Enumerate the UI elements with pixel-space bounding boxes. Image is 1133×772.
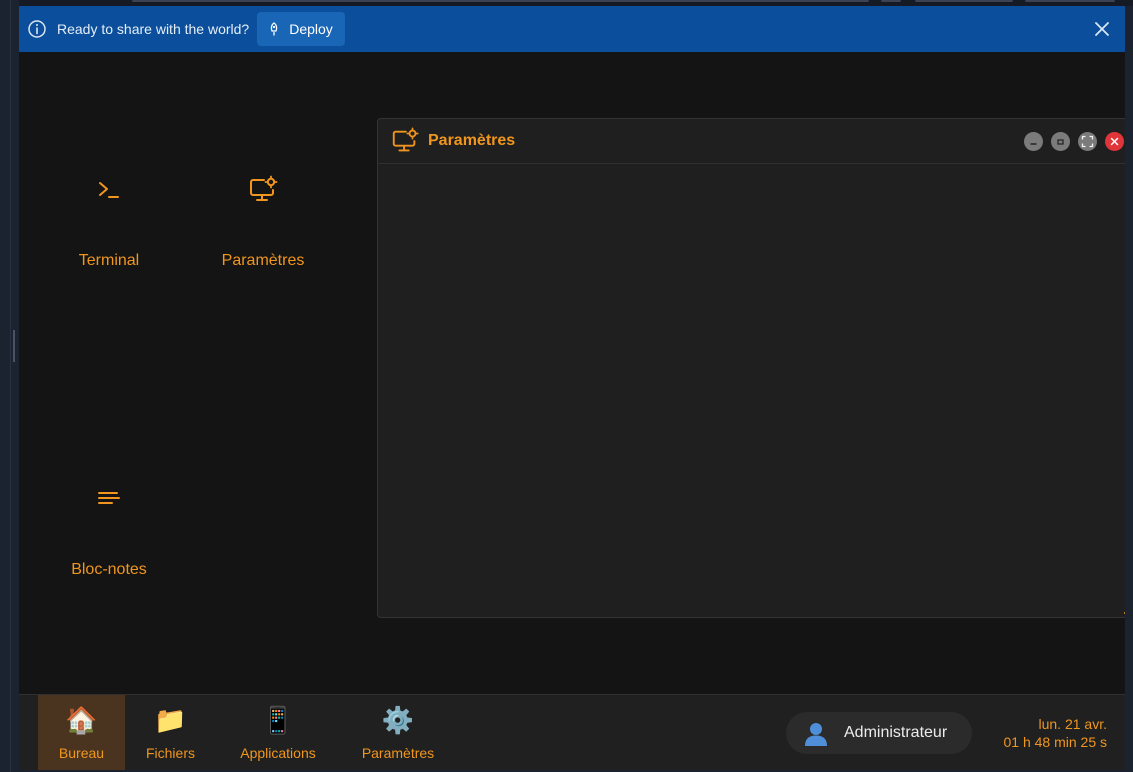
deploy-banner: Ready to share with the world? Deploy — [19, 6, 1125, 52]
resize-handle-icon[interactable] — [1123, 604, 1125, 614]
panel-edge — [10, 0, 11, 772]
clock-date: lun. 21 avr. — [1038, 716, 1108, 732]
house-icon: 🏠 — [65, 705, 98, 735]
top-strip-segment — [1025, 0, 1115, 2]
clock-time: 01 h 48 min 25 s — [1003, 734, 1107, 750]
panel-resize-grip[interactable] — [13, 330, 15, 362]
taskbar-item-bureau[interactable]: 🏠 Bureau — [38, 695, 125, 770]
user-silhouette-icon — [802, 719, 830, 747]
deploy-label: Deploy — [289, 21, 333, 37]
desktop-icon-label: Paramètres — [221, 252, 305, 269]
taskbar-item-applications[interactable]: 📱 Applications — [231, 695, 325, 770]
desktop-icon-terminal[interactable]: Terminal — [34, 172, 184, 270]
minimize-button[interactable] — [1024, 132, 1043, 151]
restore-icon — [1057, 139, 1064, 145]
desktop-icon-parametres[interactable]: Paramètres — [188, 172, 338, 270]
rocket-icon — [270, 22, 278, 36]
top-strip-segment — [881, 0, 901, 2]
taskbar-item-label: Paramètres — [361, 745, 435, 761]
desktop-app: Ready to share with the world? Deploy Te… — [19, 6, 1125, 770]
taskbar-item-fichiers[interactable]: 📁 Fichiers — [134, 695, 207, 770]
mobile-phone-icon: 📱 — [261, 705, 295, 735]
terminal-prompt-icon — [99, 182, 119, 198]
desktop-icon-label: Bloc-notes — [71, 561, 147, 578]
taskbar-item-label: Applications — [240, 745, 316, 761]
user-menu-button[interactable]: Administrateur — [786, 712, 972, 754]
user-name: Administrateur — [844, 724, 948, 741]
top-strip-segment — [132, 0, 869, 2]
desktop-icon-bloc-notes[interactable]: Bloc-notes — [34, 481, 184, 579]
folder-icon: 📁 — [154, 705, 187, 735]
maximize-button[interactable] — [1078, 132, 1097, 151]
banner-message: Ready to share with the world? — [57, 21, 250, 37]
clock: lun. 21 avr. 01 h 48 min 25 s — [1003, 715, 1107, 751]
window-title: Paramètres — [428, 132, 516, 149]
fullscreen-icon — [1081, 135, 1094, 148]
window-controls — [1016, 132, 1124, 151]
taskbar-item-parametres[interactable]: ⚙️ Paramètres — [353, 695, 443, 770]
close-icon[interactable] — [1093, 20, 1111, 38]
taskbar-item-label: Bureau — [58, 745, 105, 761]
top-strip-segment — [915, 0, 1013, 2]
text-lines-icon — [98, 492, 120, 504]
info-icon — [28, 20, 46, 38]
taskbar: 🏠 Bureau 📁 Fichiers 📱 Applications ⚙️ Pa… — [19, 694, 1125, 770]
gear-icon: ⚙️ — [381, 705, 415, 735]
monitor-gear-icon — [392, 127, 419, 152]
close-window-button[interactable] — [1105, 132, 1124, 151]
minimize-icon — [1030, 143, 1037, 145]
window-titlebar[interactable]: Paramètres — [378, 119, 1125, 164]
deploy-button[interactable]: Deploy — [257, 12, 345, 46]
desktop-icon-label: Terminal — [78, 252, 140, 269]
close-icon — [1110, 137, 1119, 146]
monitor-gear-icon — [250, 175, 278, 201]
restore-button[interactable] — [1051, 132, 1070, 151]
taskbar-item-label: Fichiers — [145, 745, 195, 761]
outer-left-panel — [0, 0, 19, 772]
settings-window[interactable]: Paramètres — [377, 118, 1125, 618]
outer-right-panel — [1125, 6, 1133, 772]
